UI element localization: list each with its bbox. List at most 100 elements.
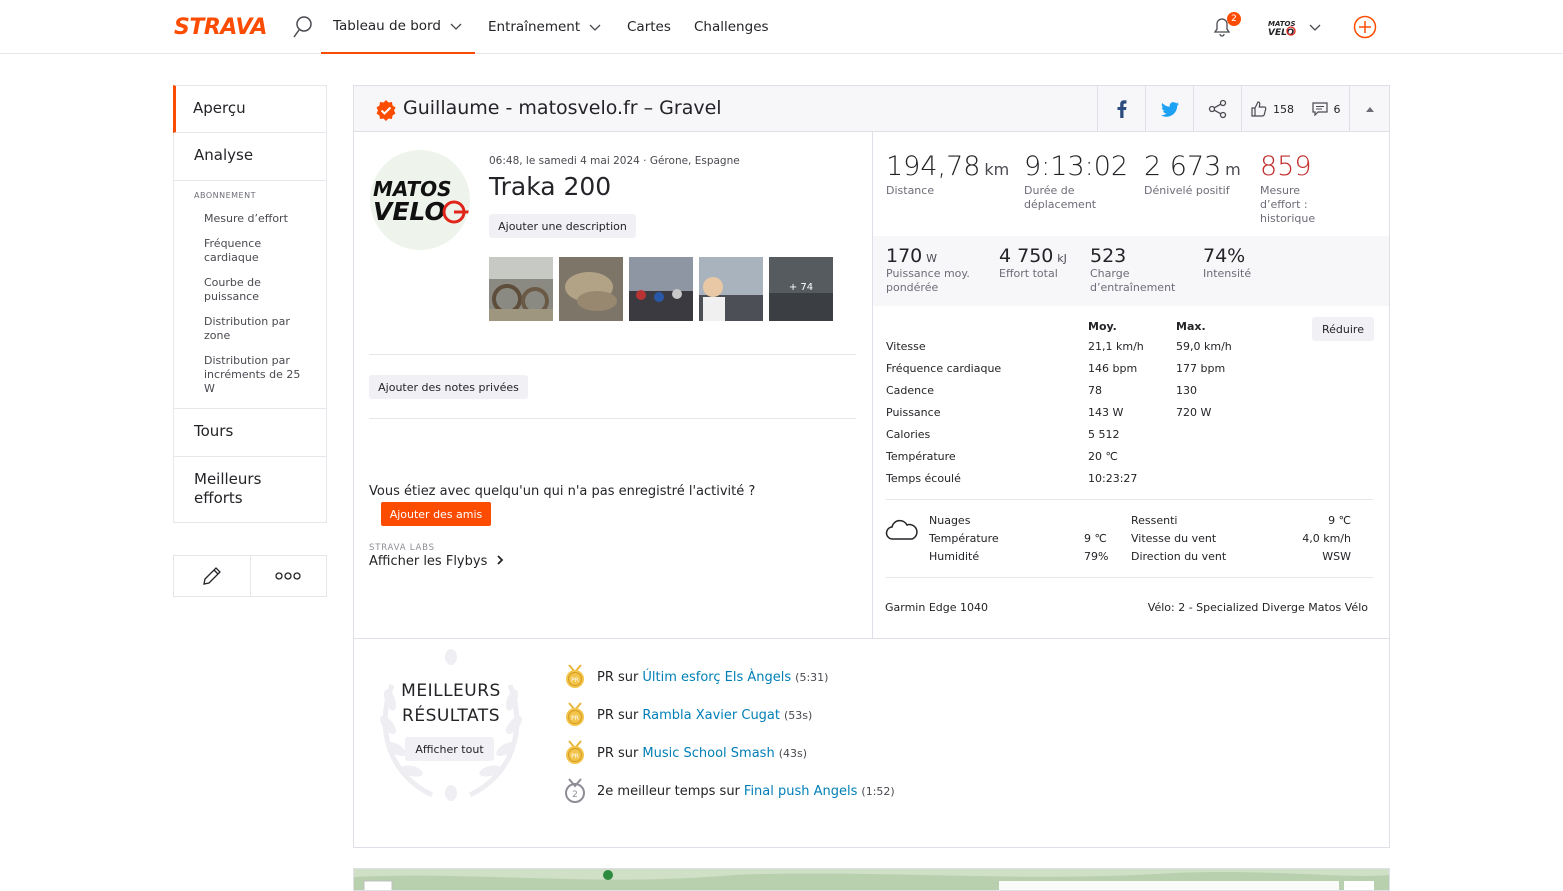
strava-logo[interactable]: STRAVA xyxy=(174,15,267,40)
weather-feels-like-label: Ressenti xyxy=(1131,514,1178,527)
comments-button[interactable]: 6 xyxy=(1303,86,1349,132)
svg-text:VELO: VELO xyxy=(1268,28,1295,37)
header-actions: 158 6 xyxy=(1097,86,1389,132)
twitter-share-button[interactable] xyxy=(1145,86,1193,132)
metric-label: Calories xyxy=(886,428,931,441)
table-row: Puissance 143 W 720 W xyxy=(886,406,1376,428)
stat-value: 2 673 xyxy=(1144,151,1222,182)
best-results-section: MEILLEURS RÉSULTATS Afficher tout PR PR … xyxy=(354,638,1389,847)
segment-link[interactable]: Music School Smash xyxy=(642,746,774,761)
pr-prefix: PR xyxy=(597,707,614,723)
athlete-heading[interactable]: Guillaume - matosvelo.fr – Gravel xyxy=(403,97,722,119)
list-item: PR PR sur Music School Smash (43s) xyxy=(564,740,807,766)
divider xyxy=(369,418,856,419)
metric-avg: 143 W xyxy=(1088,406,1124,419)
stat-label: Mesure d’effort : historique xyxy=(1260,184,1316,225)
segment-link[interactable]: Rambla Xavier Cugat xyxy=(642,708,780,723)
best-results-title-line: MEILLEURS xyxy=(401,681,501,701)
gold-medal-icon: PR xyxy=(566,740,584,764)
athlete-avatar[interactable]: MATOS VELO xyxy=(370,150,470,250)
best-results-title: MEILLEURS RÉSULTATS xyxy=(370,679,532,729)
activity-photo[interactable] xyxy=(489,257,553,321)
sidebar-item-analysis[interactable]: Analyse xyxy=(173,133,327,181)
pr-mid: sur xyxy=(719,783,740,799)
weather-temperature: 9 ℃ xyxy=(1084,532,1107,545)
stat-label: Effort total xyxy=(999,267,1058,280)
add-description-button[interactable]: Ajouter une description xyxy=(489,214,636,238)
stat-intensity: 74% Intensité xyxy=(1203,245,1251,281)
comments-count: 6 xyxy=(1333,102,1341,116)
weather-wind-speed-label: Vitesse du vent xyxy=(1131,532,1217,545)
view-all-button[interactable]: Afficher tout xyxy=(405,737,494,761)
strava-labs-tag: STRAVA LABS xyxy=(369,543,435,553)
metric-max: 177 bpm xyxy=(1176,362,1226,375)
power-stats-band: 170 W Puissance moy. pondérée 4 750 kJ E… xyxy=(873,236,1389,306)
sidebar-item-heart-rate[interactable]: Fréquence cardiaque xyxy=(174,237,326,265)
activity-map[interactable] xyxy=(353,868,1390,891)
sidebar-item-zone-distribution[interactable]: Distribution par zone xyxy=(174,315,326,343)
user-avatar[interactable]: MATOS VELO xyxy=(1266,17,1298,37)
bike-name[interactable]: Vélo: 2 - Specialized Diverge Matos Vélo xyxy=(1123,601,1368,614)
activity-sidebar: Aperçu Analyse ABONNEMENT Mesure d’effor… xyxy=(173,85,327,523)
svg-text:PR: PR xyxy=(571,753,579,760)
flybys-link[interactable]: Afficher les Flybys xyxy=(369,554,504,569)
segment-time: (43s) xyxy=(778,746,807,760)
friends-question: Vous étiez avec quelqu'un qui n'a pas en… xyxy=(369,484,756,499)
sidebar-item-overview[interactable]: Aperçu xyxy=(173,85,327,133)
caret-up-icon xyxy=(1365,107,1374,112)
metric-max: 130 xyxy=(1176,384,1197,397)
more-actions-button[interactable] xyxy=(251,556,327,596)
weather-humidity-label: Humidité xyxy=(929,550,980,563)
stat-relative-effort[interactable]: 859 Mesure d’effort : historique xyxy=(1260,151,1340,226)
add-plus-icon[interactable] xyxy=(1353,15,1377,39)
metric-avg: 20 ℃ xyxy=(1088,450,1118,463)
collapse-button[interactable] xyxy=(1349,86,1389,132)
chevron-down-icon[interactable] xyxy=(1308,20,1322,34)
nav-training[interactable]: Entraînement xyxy=(488,0,602,54)
weather-wind-direction: WSW xyxy=(1322,550,1351,563)
edit-button[interactable] xyxy=(174,556,251,596)
segment-link[interactable]: Final push Angels xyxy=(744,784,858,799)
kudos-button[interactable]: 158 xyxy=(1241,86,1303,132)
pr-mid: sur xyxy=(618,745,639,761)
photo-more-count[interactable]: + 74 xyxy=(769,282,833,293)
segment-link[interactable]: Últim esforç Els Àngels xyxy=(642,670,791,685)
activity-photo[interactable] xyxy=(559,257,623,321)
add-private-notes-button[interactable]: Ajouter des notes privées xyxy=(369,375,528,399)
stat-value: 170 xyxy=(886,245,923,267)
metric-avg: 146 bpm xyxy=(1088,362,1138,375)
sidebar-item-power-distribution[interactable]: Distribution par incréments de 25 W xyxy=(174,354,326,396)
nav-maps[interactable]: Cartes xyxy=(627,0,671,54)
pr-prefix: PR xyxy=(597,669,614,685)
table-row: Température 20 ℃ xyxy=(886,450,1376,472)
nav-challenges[interactable]: Challenges xyxy=(694,0,769,54)
metric-avg: 78 xyxy=(1088,384,1102,397)
activity-photo[interactable] xyxy=(629,257,693,321)
share-button[interactable] xyxy=(1193,86,1241,132)
add-friends-button[interactable]: Ajouter des amis xyxy=(381,502,491,526)
sidebar-item-power-curve[interactable]: Courbe de puissance xyxy=(174,276,326,304)
metric-avg: 5 512 xyxy=(1088,428,1120,441)
sidebar-item-best-efforts[interactable]: Meilleurs efforts xyxy=(173,457,327,523)
reduce-button[interactable]: Réduire xyxy=(1312,317,1374,341)
facebook-share-button[interactable] xyxy=(1097,86,1145,132)
stat-weighted-power: 170 W Puissance moy. pondérée xyxy=(886,245,986,295)
activity-photo[interactable] xyxy=(699,257,763,321)
nav-dashboard[interactable]: Tableau de bord xyxy=(321,0,475,54)
stat-label: Charge d’entraînement xyxy=(1090,267,1176,294)
weather-wind-direction-label: Direction du vent xyxy=(1131,550,1227,563)
sidebar-item-effort[interactable]: Mesure d’effort xyxy=(174,212,326,226)
sidebar-item-laps[interactable]: Tours xyxy=(173,409,327,457)
weather-humidity: 79% xyxy=(1084,550,1109,563)
divider xyxy=(886,577,1373,578)
stat-value: 9:13:02 xyxy=(1024,151,1129,182)
activity-card: Guillaume - matosvelo.fr – Gravel 158 6 … xyxy=(353,85,1390,848)
search-icon[interactable] xyxy=(292,15,314,39)
stat-unit: kJ xyxy=(1057,252,1067,265)
stat-value: 74% xyxy=(1203,245,1246,267)
facebook-icon xyxy=(1117,100,1126,118)
chevron-down-icon xyxy=(589,24,601,31)
metric-avg: 21,1 km/h xyxy=(1088,340,1144,353)
stat-value: 859 xyxy=(1260,151,1312,182)
table-row: Cadence 78 130 xyxy=(886,384,1376,406)
